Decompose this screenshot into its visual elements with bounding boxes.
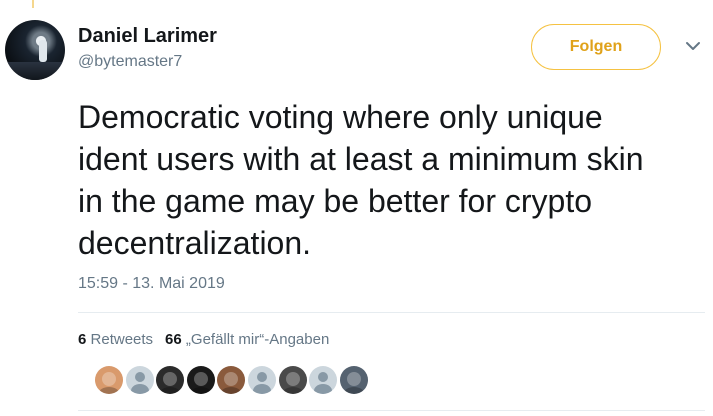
liker-avatar[interactable] [307,364,339,396]
liker-avatar[interactable] [154,364,186,396]
liker-avatar[interactable] [124,364,156,396]
likes-label: „Gefällt mir“-Angaben [185,331,330,348]
avatar-stage-graphic [5,62,65,80]
divider [78,410,705,411]
liker-avatar[interactable] [277,364,309,396]
engagement-stats: 6 Retweets 66 „Gefällt mir“-Angaben [78,330,329,350]
author-handle[interactable]: @bytemaster7 [78,52,182,72]
liker-avatar[interactable] [215,364,247,396]
tweet-timestamp[interactable]: 15:59 - 13. Mai 2019 [78,274,225,294]
divider [78,312,705,313]
chevron-down-icon[interactable] [684,40,702,52]
likes-count: 66 [165,331,182,348]
likes-stat[interactable]: 66 „Gefällt mir“-Angaben [165,331,329,348]
liker-avatar[interactable] [93,364,125,396]
retweets-stat[interactable]: 6 Retweets [78,331,153,348]
liker-avatar[interactable] [246,364,278,396]
tweet-text: Democratic voting where only unique iden… [78,99,644,261]
avatar-figure-graphic [39,40,47,62]
author-name[interactable]: Daniel Larimer [78,24,217,48]
liker-avatar[interactable] [185,364,217,396]
follow-button[interactable]: Folgen [531,24,661,70]
retweets-label: Retweets [90,331,154,348]
thread-connector-line [32,0,34,8]
retweets-count: 6 [78,331,87,348]
liker-avatar[interactable] [338,364,370,396]
avatar[interactable] [5,20,65,80]
